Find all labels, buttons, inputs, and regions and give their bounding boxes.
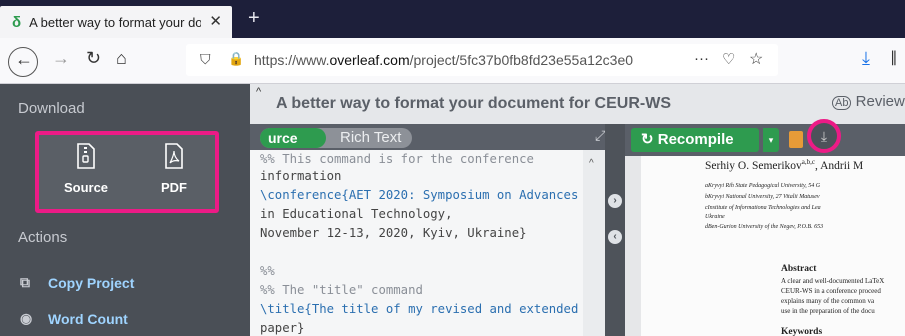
reload-button[interactable]: ↻ xyxy=(86,48,101,69)
library-icon[interactable]: ∥ xyxy=(890,48,898,66)
editor-toolbar: urce Rich Text ⤢ xyxy=(250,124,625,150)
page-actions-menu[interactable]: ··· xyxy=(694,50,709,67)
recompile-dropdown[interactable]: ▾ xyxy=(763,128,779,152)
sync-to-code-icon[interactable]: ‹ xyxy=(608,230,622,244)
editor-mode-toggle: urce Rich Text xyxy=(260,128,412,148)
copy-project-link[interactable]: ⧉ Copy Project xyxy=(20,274,134,291)
eye-icon: ◉ xyxy=(20,310,33,326)
download-options-highlight: Source PDF xyxy=(35,131,219,213)
project-title: A better way to format your document for… xyxy=(276,95,671,112)
copy-icon: ⧉ xyxy=(20,274,30,290)
downloads-icon[interactable]: ⤓ xyxy=(862,48,870,69)
download-source-button[interactable]: Source xyxy=(51,143,121,195)
browser-tab[interactable]: δ A better way to format your do ✕ xyxy=(0,6,232,38)
bookmark-star-icon[interactable]: ☆ xyxy=(749,49,763,69)
code-line: \conference{AET 2020: Symposium on Advan… xyxy=(260,188,579,202)
source-tab[interactable]: urce xyxy=(260,128,326,148)
sync-to-pdf-icon[interactable]: › xyxy=(608,194,622,208)
download-pdf-button[interactable]: PDF xyxy=(139,143,209,195)
new-tab-button[interactable]: + xyxy=(248,7,260,30)
back-arrow-icon: ← xyxy=(15,49,33,69)
project-header: ^ A better way to format your document f… xyxy=(250,84,905,124)
pocket-icon[interactable]: ♡ xyxy=(722,50,735,68)
code-line: information xyxy=(260,169,342,183)
pdf-abstract-line: explains many of the common va xyxy=(781,297,875,305)
code-line: %% The "title" command xyxy=(260,283,423,297)
download-heading: Download xyxy=(18,100,85,117)
code-line: November 12-13, 2020, Kyiv, Ukraine} xyxy=(260,226,527,240)
actions-heading: Actions xyxy=(18,229,68,246)
pdf-toolbar: ↻ Recompile ▾ ⤓ xyxy=(625,119,905,156)
code-line: paper} xyxy=(260,321,305,335)
recompile-button[interactable]: ↻ Recompile xyxy=(631,128,759,152)
logs-icon[interactable] xyxy=(789,131,803,148)
url-text: https://www.overleaf.com/project/5fc37b0… xyxy=(254,52,634,68)
tab-title: A better way to format your do xyxy=(29,14,202,30)
refresh-icon: ↻ xyxy=(641,131,654,148)
shield-icon[interactable]: ⛉ xyxy=(200,51,211,68)
code-line: in Educational Technology, xyxy=(260,207,453,221)
scroll-up-icon[interactable]: ^ xyxy=(589,158,594,169)
pdf-abstract-line: CEUR-WS in a conference proceed xyxy=(781,287,881,295)
pdf-affiliation: bKryvyi National University, 27 Vitalii … xyxy=(705,194,820,200)
pdf-affiliation: dBen-Gurion University of the Negev, P.O… xyxy=(705,224,824,230)
code-line: %% This command is for the conference xyxy=(260,152,534,166)
pdf-keywords-heading: Keywords xyxy=(781,327,823,336)
review-button[interactable]: Ab Review xyxy=(832,93,905,110)
pdf-file-icon xyxy=(165,143,183,169)
forward-button[interactable]: → xyxy=(52,48,70,69)
overleaf-favicon-icon: δ xyxy=(12,13,22,31)
pdf-abstract-heading: Abstract xyxy=(781,264,817,274)
pdf-affiliation: aKryvyi Rih State Pedagogical University… xyxy=(705,183,821,189)
pdf-preview[interactable]: Serhiy O. Semerikova,b,c, Andrii M aKryv… xyxy=(625,156,905,336)
home-button[interactable]: ⌂ xyxy=(116,48,127,69)
url-bar[interactable]: ⛉ 🔒 https://www.overleaf.com/project/5fc… xyxy=(186,44,778,76)
download-pdf-icon[interactable]: ⤓ xyxy=(807,119,841,153)
review-icon: Ab xyxy=(832,96,852,110)
word-count-link[interactable]: ◉ Word Count xyxy=(20,310,128,327)
code-line: \title{The title of my revised and exten… xyxy=(260,302,579,316)
code-line: %% xyxy=(260,264,275,278)
pdf-abstract-line: use in the preparation of the docu xyxy=(781,307,875,315)
pdf-affiliation: cInstitute of Informationa Technologies … xyxy=(705,205,821,211)
overleaf-window: δ A better way to format your do ✕ + ← →… xyxy=(0,0,905,336)
zip-file-icon xyxy=(77,143,95,169)
pdf-authors: Serhiy O. Semerikova,b,c, Andrii M xyxy=(705,158,864,172)
editor-scrollbar[interactable]: ^ xyxy=(583,150,605,336)
code-editor[interactable]: %% This command is for the conference in… xyxy=(250,150,605,336)
close-tab-icon[interactable]: ✕ xyxy=(209,12,222,30)
rich-text-tab[interactable]: Rich Text xyxy=(340,129,401,146)
browser-tab-bar: δ A better way to format your do ✕ + xyxy=(0,0,905,38)
browser-nav-bar: ← → ↻ ⌂ ⛉ 🔒 https://www.overleaf.com/pro… xyxy=(0,38,905,84)
pdf-abstract-line: A clear and well-documented LaTeX xyxy=(781,277,885,285)
pane-splitter[interactable]: › ‹ xyxy=(605,124,625,336)
collapse-caret-icon[interactable]: ^ xyxy=(256,86,261,98)
pdf-affiliation: Ukraine xyxy=(705,214,725,220)
lock-icon[interactable]: 🔒 xyxy=(228,51,244,67)
